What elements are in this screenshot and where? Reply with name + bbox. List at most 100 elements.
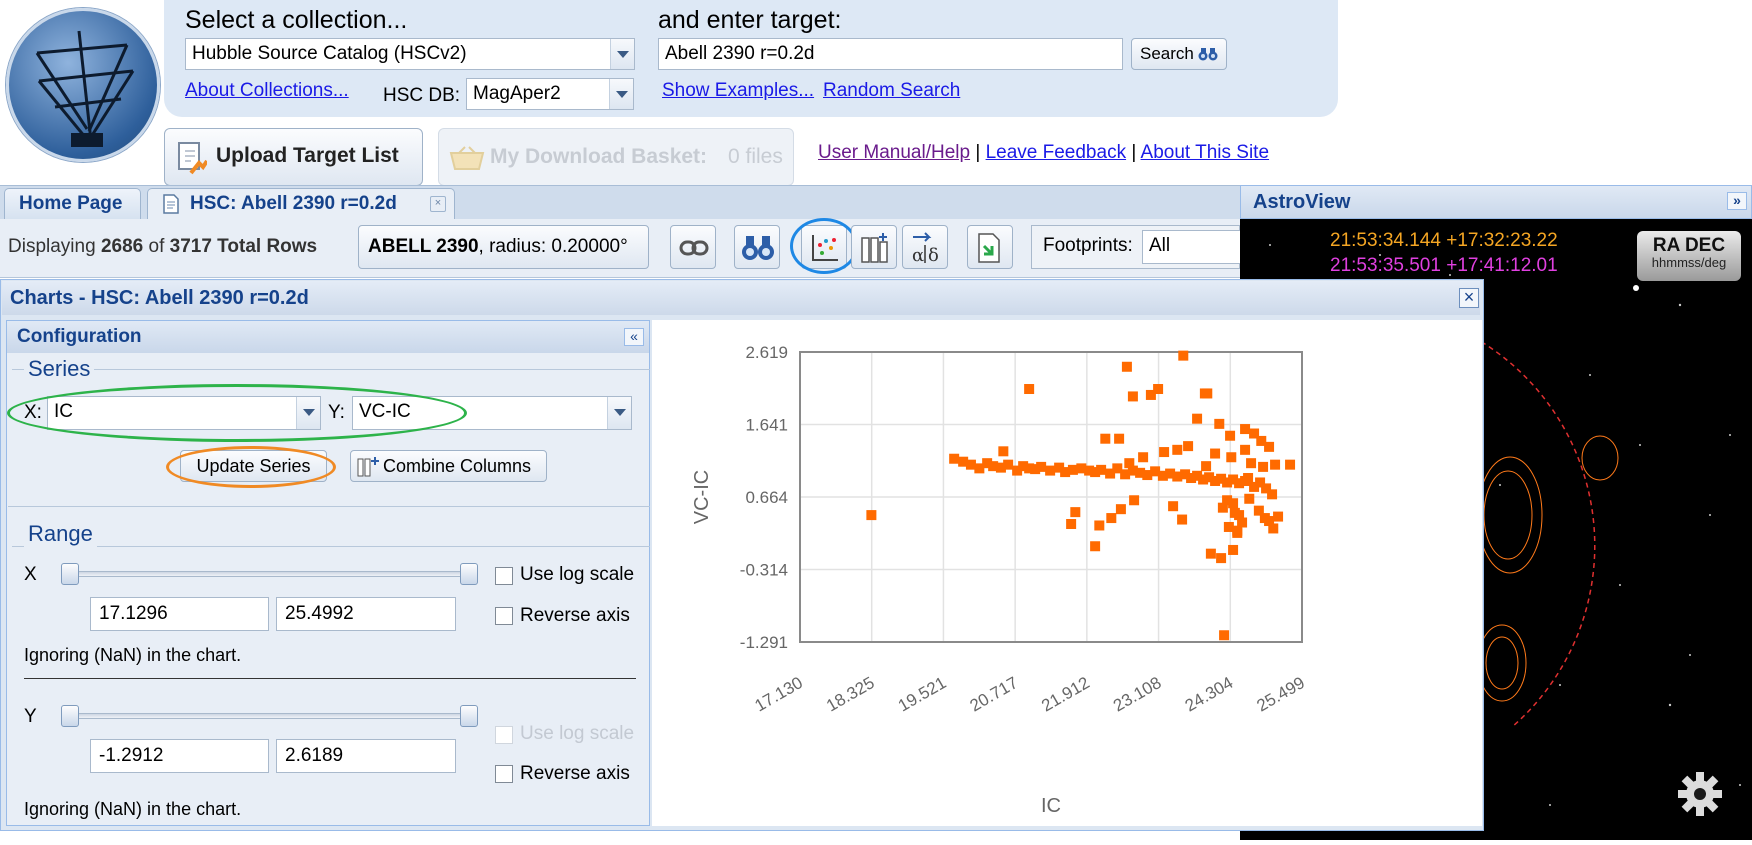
scatter-point[interactable] <box>1178 350 1189 361</box>
scatter-point[interactable] <box>1232 525 1243 536</box>
scatter-point[interactable] <box>1183 441 1194 452</box>
coordinate-format-toggle[interactable]: RA DEC hhmmss/deg <box>1637 231 1741 281</box>
scatter-point[interactable] <box>1172 444 1183 455</box>
random-search-link[interactable]: Random Search <box>823 80 960 102</box>
download-basket-button[interactable]: My Download Basket: 0 files <box>438 128 794 186</box>
search-button[interactable]: Search <box>1131 38 1227 70</box>
scatter-point[interactable] <box>1201 461 1212 472</box>
link-button[interactable] <box>670 225 716 269</box>
scatter-point[interactable] <box>866 510 877 521</box>
chevron-down-icon[interactable] <box>607 397 631 429</box>
scatter-point[interactable] <box>1273 511 1284 522</box>
scatter-point[interactable] <box>1216 553 1227 564</box>
scatter-point[interactable] <box>1177 514 1188 525</box>
user-manual-link[interactable]: User Manual/Help <box>818 142 970 163</box>
scatter-point[interactable] <box>1205 548 1216 559</box>
y-min-input[interactable]: -1.2912 <box>90 739 269 773</box>
scatter-point[interactable] <box>1214 418 1225 429</box>
coordinate-format-button[interactable]: α δ <box>902 225 948 269</box>
expand-panel-icon[interactable]: » <box>1727 192 1747 210</box>
x-min-input[interactable]: 17.1296 <box>90 597 269 631</box>
scatter-point[interactable] <box>1225 430 1236 441</box>
upload-target-list-button[interactable]: Upload Target List <box>164 128 423 186</box>
target-input[interactable]: Abell 2390 r=0.2d <box>658 38 1123 70</box>
scatter-point[interactable] <box>1106 513 1117 524</box>
scatter-point[interactable] <box>1244 493 1255 504</box>
scatter-point[interactable] <box>1264 441 1275 452</box>
scatter-point[interactable] <box>1124 458 1135 469</box>
scatter-point[interactable] <box>1192 413 1203 424</box>
scatter-point[interactable] <box>1226 452 1237 463</box>
scatter-point[interactable] <box>1138 452 1149 463</box>
leave-feedback-link[interactable]: Leave Feedback <box>986 142 1127 163</box>
scatter-point[interactable] <box>1267 489 1278 500</box>
scatter-point[interactable] <box>1258 461 1269 472</box>
y-reverse-axis-checkbox[interactable] <box>495 765 513 783</box>
x-reverse-axis-checkbox[interactable] <box>495 607 513 625</box>
scatter-point[interactable] <box>1003 459 1014 470</box>
scatter-point[interactable] <box>1210 448 1221 459</box>
scatter-point[interactable] <box>1240 424 1251 435</box>
chevron-down-icon[interactable] <box>610 39 634 69</box>
gear-icon[interactable] <box>1676 770 1724 818</box>
mast-logo[interactable] <box>6 8 160 162</box>
scatter-point[interactable] <box>998 446 1009 457</box>
scatter-point[interactable] <box>1202 388 1213 399</box>
collection-select[interactable]: Hubble Source Catalog (HSCv2) <box>185 38 635 70</box>
tab-hsc-results[interactable]: HSC: Abell 2390 r=0.2d × <box>147 188 455 219</box>
scatter-point[interactable] <box>1240 444 1251 455</box>
scatter-point[interactable] <box>1127 391 1138 402</box>
y-range-slider[interactable] <box>62 713 478 719</box>
x-min-thumb[interactable] <box>61 563 79 585</box>
scatter-point[interactable] <box>1024 384 1035 395</box>
scatter-point[interactable] <box>1159 447 1170 458</box>
combine-columns-button[interactable]: Combine Columns <box>350 450 547 482</box>
scatter-point[interactable] <box>1036 461 1047 472</box>
x-range-slider[interactable] <box>62 571 478 577</box>
y-max-input[interactable]: 2.6189 <box>276 739 456 773</box>
scatter-point[interactable] <box>1243 473 1254 484</box>
scatter-plot[interactable]: 17.130 18.325 19.521 20.717 21.912 23.108 24.3… <box>652 320 1482 826</box>
scatter-point[interactable] <box>1094 520 1105 531</box>
show-examples-link[interactable]: Show Examples... <box>662 80 814 102</box>
columns-button[interactable] <box>851 225 897 269</box>
scatter-point[interactable] <box>1090 541 1101 552</box>
scatter-point[interactable] <box>1228 544 1239 555</box>
hsc-db-select[interactable]: MagAper2 <box>466 78 634 110</box>
x-log-scale-checkbox[interactable] <box>495 567 513 585</box>
scatter-point[interactable] <box>1115 504 1126 515</box>
scatter-point[interactable] <box>1219 630 1230 641</box>
scatter-point[interactable] <box>1270 459 1281 470</box>
scatter-point[interactable] <box>1222 495 1233 506</box>
about-collections-link[interactable]: About Collections... <box>185 80 349 102</box>
scatter-point[interactable] <box>1114 433 1125 444</box>
close-charts-icon[interactable]: × <box>1459 288 1479 308</box>
scatter-point[interactable] <box>1246 458 1257 469</box>
scatter-point[interactable] <box>1070 507 1081 518</box>
collapse-panel-icon[interactable]: « <box>624 328 644 346</box>
scatter-point[interactable] <box>1100 433 1111 444</box>
y-min-thumb[interactable] <box>61 705 79 727</box>
scatter-point[interactable] <box>1153 384 1164 395</box>
scatter-point[interactable] <box>1259 513 1270 524</box>
scatter-point[interactable] <box>1168 501 1179 512</box>
chevron-down-icon[interactable] <box>609 79 633 109</box>
scatter-point[interactable] <box>949 453 960 464</box>
x-max-input[interactable]: 25.4992 <box>276 597 456 631</box>
scatter-point[interactable] <box>1096 464 1107 475</box>
scatter-point[interactable] <box>1229 507 1240 518</box>
close-tab-icon[interactable]: × <box>430 196 446 212</box>
y-max-thumb[interactable] <box>460 705 478 727</box>
scatter-point[interactable] <box>1121 361 1132 372</box>
scatter-point[interactable] <box>1129 495 1140 506</box>
about-site-link[interactable]: About This Site <box>1141 142 1270 163</box>
export-button[interactable] <box>967 225 1013 269</box>
cross-match-button[interactable] <box>734 225 780 269</box>
scatter-point[interactable] <box>1268 523 1279 534</box>
scatter-point[interactable] <box>1285 459 1296 470</box>
x-max-thumb[interactable] <box>460 563 478 585</box>
scatter-point[interactable] <box>1066 518 1077 529</box>
scatter-point[interactable] <box>1045 465 1056 476</box>
tab-home-page[interactable]: Home Page <box>4 188 141 219</box>
footprints-select[interactable]: All <box>1142 230 1242 264</box>
